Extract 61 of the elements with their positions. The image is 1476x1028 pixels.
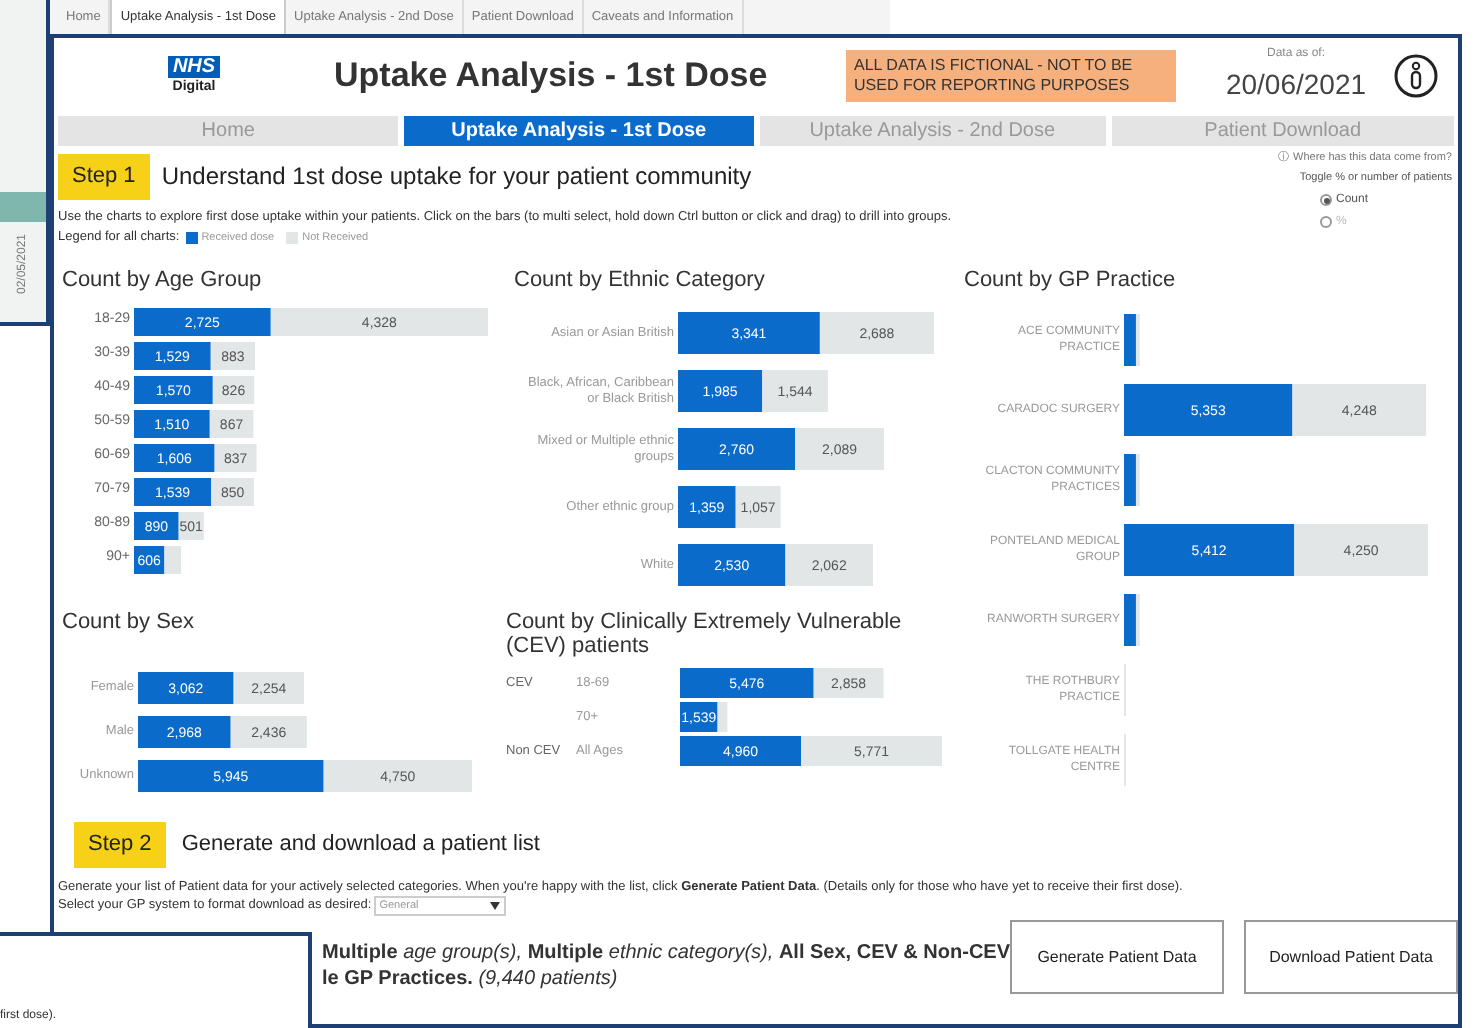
chart-title: Count by Sex xyxy=(62,610,197,638)
step-badge: Step 1 xyxy=(58,154,150,199)
step-heading: Generate and download a patient list xyxy=(181,830,540,860)
bar-segment[interactable] xyxy=(134,375,213,403)
bar-segment[interactable] xyxy=(138,672,234,704)
bar-segment[interactable] xyxy=(678,370,763,412)
bar-segment[interactable] xyxy=(134,511,179,539)
bar-segment[interactable] xyxy=(678,544,786,586)
nhs-logo: NHS xyxy=(168,56,220,78)
step-heading: Understand 1st dose uptake for your patient community xyxy=(161,160,752,195)
nav-button[interactable]: Uptake Analysis - 1st Dose xyxy=(404,116,753,146)
chart-title: Count by Age Group xyxy=(62,268,264,296)
step-badge: Step 2 xyxy=(74,822,166,867)
bar-segment[interactable] xyxy=(134,545,165,573)
bar-segment[interactable] xyxy=(680,668,814,698)
action-button[interactable]: Download Patient Data xyxy=(1244,920,1458,995)
bar-segment[interactable] xyxy=(134,307,271,335)
bar-segment[interactable] xyxy=(678,428,796,470)
info-icon[interactable] xyxy=(1394,54,1438,98)
bar-segment[interactable] xyxy=(134,443,215,471)
bar-segment[interactable] xyxy=(138,716,231,748)
bar-segment[interactable] xyxy=(813,668,884,698)
bar-segment[interactable] xyxy=(209,409,254,437)
bar-segment[interactable] xyxy=(1124,523,1295,575)
bar-segment[interactable] xyxy=(214,443,257,471)
bar-segment[interactable] xyxy=(735,486,781,528)
bar-segment[interactable] xyxy=(1135,593,1140,645)
bar-segment[interactable] xyxy=(762,370,828,412)
fictional-data-banner: ALL DATA IS FICTIONAL - NOT TO BE USED FOR REPORTING PURPOSES xyxy=(846,50,1176,102)
chart-title: Count by GP Practice xyxy=(964,268,1178,296)
bar-segment[interactable] xyxy=(134,477,212,505)
nav-button[interactable]: Patient Download xyxy=(1111,116,1454,146)
bar-segment[interactable] xyxy=(212,375,255,403)
selection-summary: Multiple age group(s), Multiple ethnic category(s), All Sex, CEV & Non-CEV xyxy=(322,940,1006,967)
page-title: Uptake Analysis - 1st Dose xyxy=(334,54,770,99)
bar-segment[interactable] xyxy=(1124,383,1293,435)
bar-segment[interactable] xyxy=(1135,453,1140,505)
bar-segment[interactable] xyxy=(1135,313,1140,365)
radio-button[interactable] xyxy=(1320,194,1332,206)
data-date: 20/06/2021 xyxy=(1225,66,1367,104)
selection-summary: le GP Practices. (9,440 patients) xyxy=(322,966,620,993)
bar-segment[interactable] xyxy=(233,672,304,704)
chart-bar xyxy=(0,192,46,222)
radio-button[interactable] xyxy=(1320,216,1332,228)
bar-segment[interactable] xyxy=(230,716,307,748)
bar-segment[interactable] xyxy=(785,544,873,586)
bar-segment[interactable] xyxy=(795,428,884,470)
bar-segment[interactable] xyxy=(210,341,256,369)
bar-segment[interactable] xyxy=(678,486,736,528)
bar-segment[interactable] xyxy=(211,477,254,505)
nav-button[interactable]: Uptake Analysis - 2nd Dose xyxy=(759,116,1106,146)
bar-segment[interactable] xyxy=(178,511,204,539)
bar-segment[interactable] xyxy=(134,341,211,369)
caret-icon xyxy=(489,902,500,911)
action-button[interactable]: Generate Patient Data xyxy=(1010,920,1224,995)
bar-segment[interactable] xyxy=(680,702,718,732)
nav-button[interactable]: Home xyxy=(58,116,399,146)
chart-title: Count by Clinically Extremely Vulnerable (CEV) patients xyxy=(506,610,904,658)
bar-segment[interactable] xyxy=(134,409,210,437)
chart-title: Count by Ethnic Category xyxy=(514,268,767,296)
bar-segment[interactable] xyxy=(680,736,802,766)
